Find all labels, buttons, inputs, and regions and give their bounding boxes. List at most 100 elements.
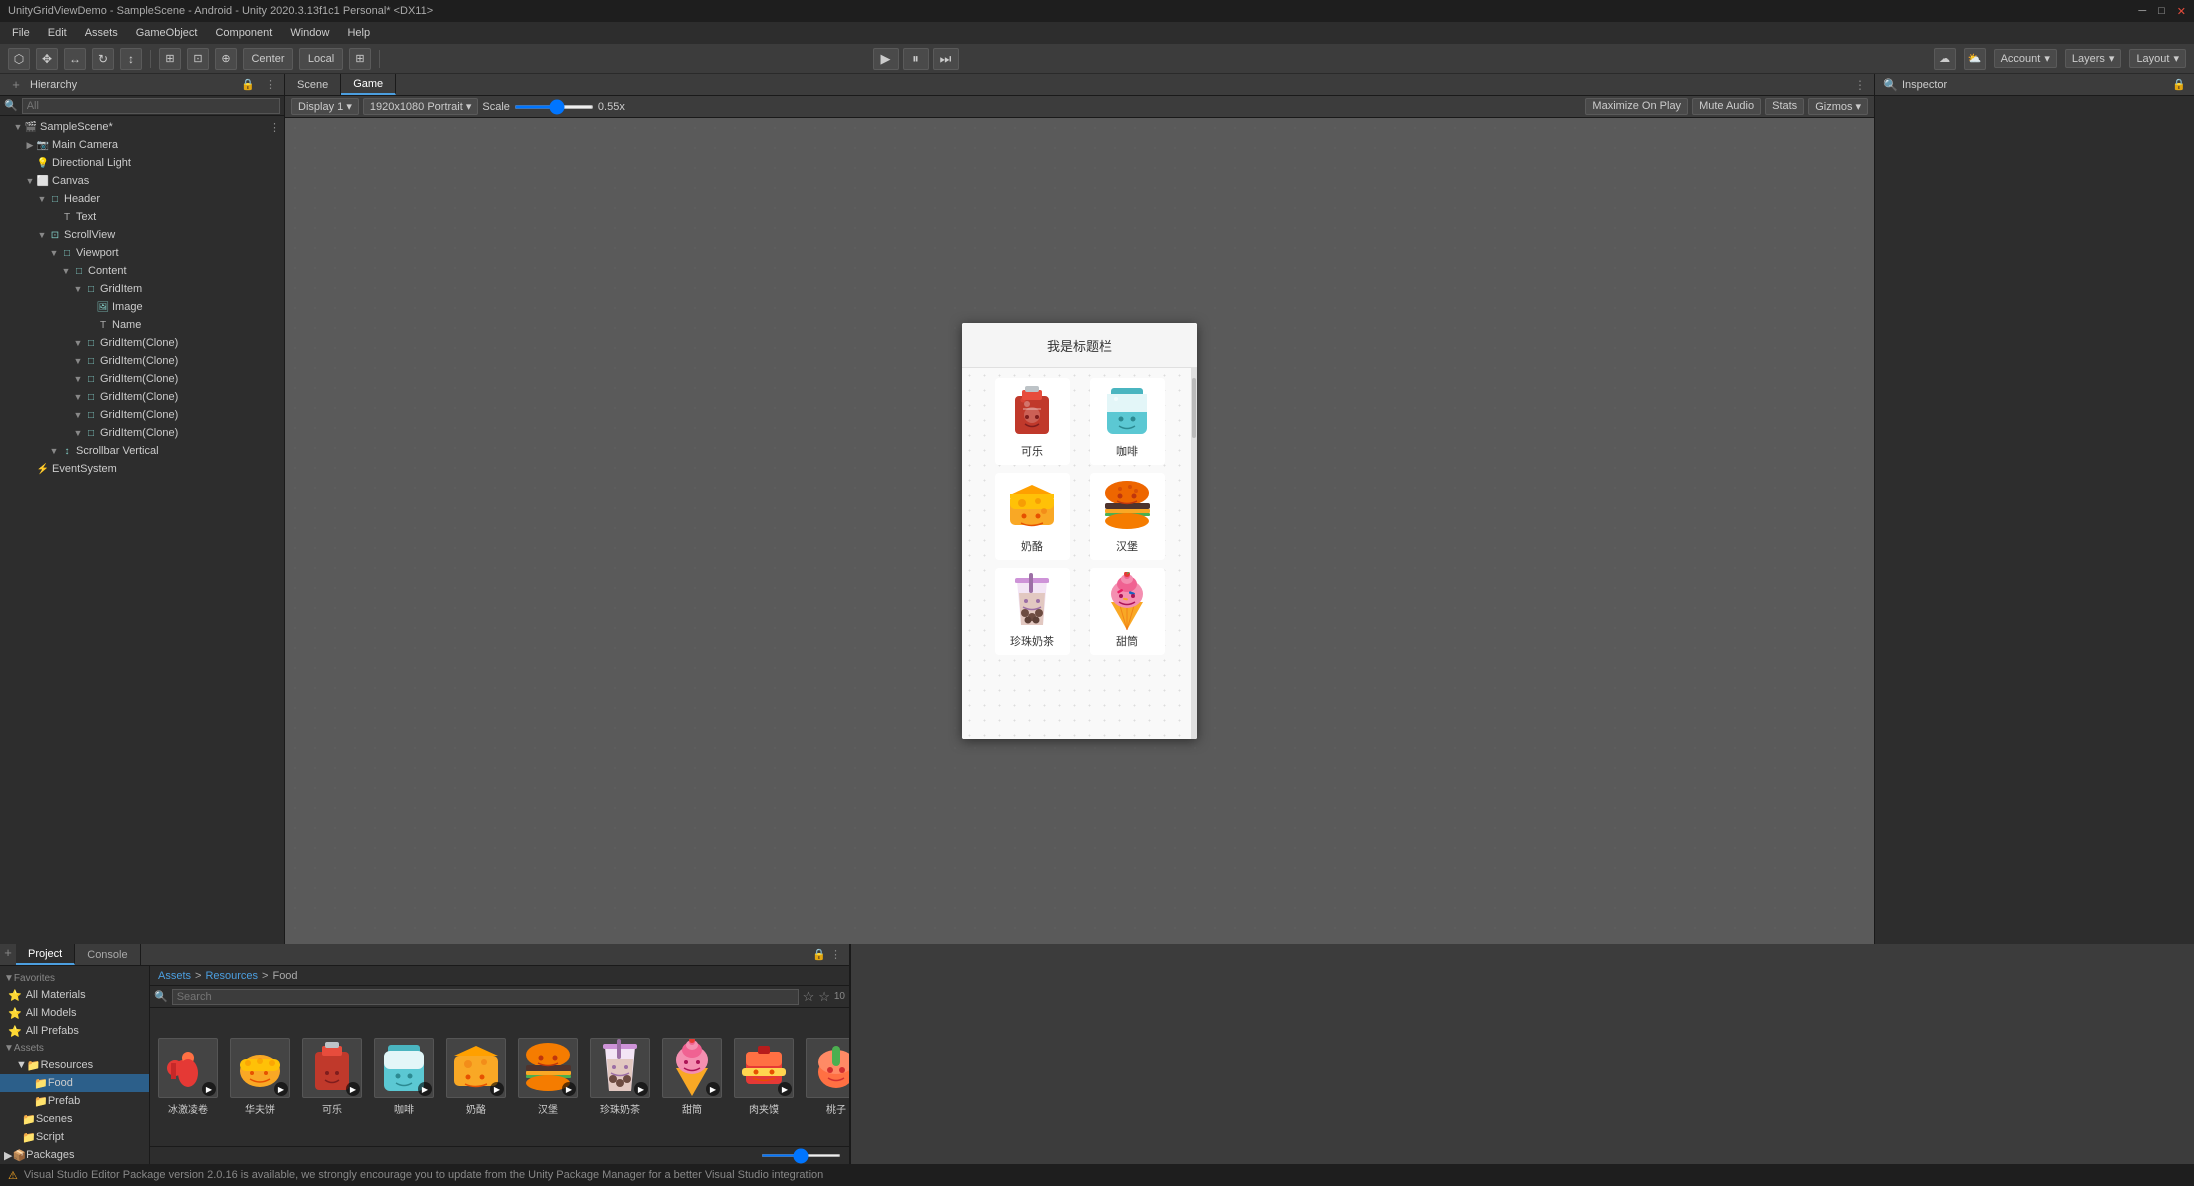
- menu-component[interactable]: Component: [207, 25, 280, 41]
- asset-item-5[interactable]: ▶ 汉堡: [518, 1038, 578, 1116]
- local-toggle[interactable]: Local: [299, 48, 343, 70]
- asset-item-1[interactable]: ▶ 华夫饼: [230, 1038, 290, 1116]
- tree-item-griditem-clone-1[interactable]: ▼ □ GridItem(Clone): [0, 352, 284, 370]
- tree-item-griditem-clone-4[interactable]: ▼ □ GridItem(Clone): [0, 406, 284, 424]
- extra-btn-2[interactable]: ⊡: [187, 48, 209, 70]
- project-more[interactable]: ⋮: [830, 948, 841, 961]
- center-toggle[interactable]: Center: [243, 48, 293, 70]
- layers-dropdown[interactable]: Layers ▾: [2065, 49, 2122, 68]
- assets-filter-icon[interactable]: ☆: [803, 989, 815, 1005]
- display-btn[interactable]: Display 1 ▾: [291, 98, 359, 115]
- tree-item-griditem-clone-2[interactable]: ▼ □ GridItem(Clone): [0, 370, 284, 388]
- maximize-play-btn[interactable]: Maximize On Play: [1585, 98, 1688, 115]
- breadcrumb-resources[interactable]: Resources: [205, 970, 258, 982]
- menu-window[interactable]: Window: [282, 25, 337, 41]
- project-item-food[interactable]: 📁 Food: [0, 1074, 149, 1092]
- transform-btn-0[interactable]: ⬡: [8, 48, 30, 70]
- gizmos-btn[interactable]: Gizmos ▾: [1808, 98, 1868, 115]
- tree-item-header[interactable]: ▼ □ Header: [0, 190, 284, 208]
- project-lock[interactable]: 🔒: [812, 948, 826, 961]
- game-scrollbar-thumb[interactable]: [1192, 378, 1196, 438]
- asset-play-6[interactable]: ▶: [634, 1082, 648, 1096]
- tree-item-content[interactable]: ▼ □ Content: [0, 262, 284, 280]
- asset-play-1[interactable]: ▶: [274, 1082, 288, 1096]
- tree-item-maincamera[interactable]: ▶ 📷 Main Camera: [0, 136, 284, 154]
- tree-item-griditem-clone-5[interactable]: ▼ □ GridItem(Clone): [0, 424, 284, 442]
- asset-item-2[interactable]: ▶ 可乐: [302, 1038, 362, 1116]
- tree-item-directionallight[interactable]: 💡 Directional Light: [0, 154, 284, 172]
- tree-item-scrollbar[interactable]: ▼ ↕ Scrollbar Vertical: [0, 442, 284, 460]
- scene-tab[interactable]: Scene: [285, 74, 341, 95]
- inspector-lock[interactable]: 🔒: [2172, 78, 2186, 91]
- all-materials-item[interactable]: ⭐ All Materials: [0, 986, 149, 1004]
- menu-help[interactable]: Help: [339, 25, 378, 41]
- tree-item-griditem-clone-0[interactable]: ▼ □ GridItem(Clone): [0, 334, 284, 352]
- all-models-item[interactable]: ⭐ All Models: [0, 1004, 149, 1022]
- asset-play-5[interactable]: ▶: [562, 1082, 576, 1096]
- tree-item-samplescene[interactable]: ▼ 🎬 SampleScene* ⋮: [0, 118, 284, 136]
- all-prefabs-item[interactable]: ⭐ All Prefabs: [0, 1022, 149, 1040]
- asset-play-3[interactable]: ▶: [418, 1082, 432, 1096]
- pause-button[interactable]: ⏸: [903, 48, 929, 70]
- assets-search-input[interactable]: [172, 989, 799, 1005]
- view-more-icon[interactable]: ⋮: [1854, 78, 1866, 92]
- tree-item-viewport[interactable]: ▼ □ Viewport: [0, 244, 284, 262]
- tree-item-eventsystem[interactable]: ⚡ EventSystem: [0, 460, 284, 478]
- hierarchy-more[interactable]: ⋮: [265, 78, 276, 91]
- asset-item-0[interactable]: ▶ 冰激凌卷: [158, 1038, 218, 1116]
- hierarchy-search-input[interactable]: [22, 98, 280, 114]
- minimize-btn[interactable]: ─: [2138, 5, 2146, 18]
- tree-item-griditem[interactable]: ▼ □ GridItem: [0, 280, 284, 298]
- asset-item-4[interactable]: ▶ 奶酪: [446, 1038, 506, 1116]
- account-dropdown[interactable]: Account ▾: [1994, 49, 2057, 68]
- collab-btn[interactable]: ☁: [1934, 48, 1956, 70]
- menu-file[interactable]: File: [4, 25, 38, 41]
- tab-console[interactable]: Console: [75, 944, 140, 965]
- layout-dropdown[interactable]: Layout ▾: [2129, 49, 2186, 68]
- asset-item-3[interactable]: ▶ 咖啡: [374, 1038, 434, 1116]
- breadcrumb-assets[interactable]: Assets: [158, 970, 191, 982]
- project-item-scenes[interactable]: 📁 Scenes: [0, 1110, 149, 1128]
- tree-item-image[interactable]: 🖼 Image: [0, 298, 284, 316]
- asset-item-6[interactable]: ▶ 珍珠奶茶: [590, 1038, 650, 1116]
- scale-slider[interactable]: [514, 105, 594, 109]
- asset-item-7[interactable]: ▶ 甜筒: [662, 1038, 722, 1116]
- asset-play-8[interactable]: ▶: [778, 1082, 792, 1096]
- tree-item-scrollview[interactable]: ▼ ⊡ ScrollView: [0, 226, 284, 244]
- menu-gameobject[interactable]: GameObject: [128, 25, 206, 41]
- transform-btn-4[interactable]: ↕: [120, 48, 142, 70]
- assets-size-slider[interactable]: [761, 1154, 841, 1157]
- tree-item-text[interactable]: T Text: [0, 208, 284, 226]
- assets-more-icon[interactable]: ☆: [818, 989, 830, 1005]
- play-button[interactable]: ▶: [873, 48, 899, 70]
- step-button[interactable]: ⏭: [933, 48, 959, 70]
- tree-item-griditem-clone-3[interactable]: ▼ □ GridItem(Clone): [0, 388, 284, 406]
- project-item-script[interactable]: 📁 Script: [0, 1128, 149, 1146]
- menu-assets[interactable]: Assets: [77, 25, 126, 41]
- close-btn[interactable]: ✕: [2177, 5, 2186, 18]
- project-add-btn[interactable]: +: [0, 944, 16, 960]
- cloud-btn[interactable]: ⛅: [1964, 48, 1986, 70]
- resolution-btn[interactable]: 1920x1080 Portrait ▾: [363, 98, 479, 115]
- project-item-prefab[interactable]: 📁 Prefab: [0, 1092, 149, 1110]
- game-tab[interactable]: Game: [341, 74, 396, 95]
- transform-btn-2[interactable]: ↔: [64, 48, 86, 70]
- asset-play-0[interactable]: ▶: [202, 1082, 216, 1096]
- tab-project[interactable]: Project: [16, 944, 75, 965]
- game-scrollbar[interactable]: [1191, 368, 1197, 739]
- project-item-resources[interactable]: ▼ 📁 Resources: [0, 1056, 149, 1074]
- maximize-btn[interactable]: □: [2158, 5, 2165, 18]
- tree-item-canvas[interactable]: ▼ ⬜ Canvas: [0, 172, 284, 190]
- asset-play-7[interactable]: ▶: [706, 1082, 720, 1096]
- project-item-packages[interactable]: ▶ 📦 Packages: [0, 1146, 149, 1164]
- hierarchy-lock[interactable]: 🔒: [241, 78, 255, 91]
- asset-play-2[interactable]: ▶: [346, 1082, 360, 1096]
- hierarchy-add-btn[interactable]: +: [8, 77, 24, 93]
- extra-btn-3[interactable]: ⊕: [215, 48, 237, 70]
- asset-item-9[interactable]: ▶ 桃子: [806, 1038, 849, 1116]
- menu-edit[interactable]: Edit: [40, 25, 75, 41]
- asset-play-4[interactable]: ▶: [490, 1082, 504, 1096]
- extra-btn-1[interactable]: ⊞: [159, 48, 181, 70]
- transform-btn-3[interactable]: ↻: [92, 48, 114, 70]
- mute-audio-btn[interactable]: Mute Audio: [1692, 98, 1761, 115]
